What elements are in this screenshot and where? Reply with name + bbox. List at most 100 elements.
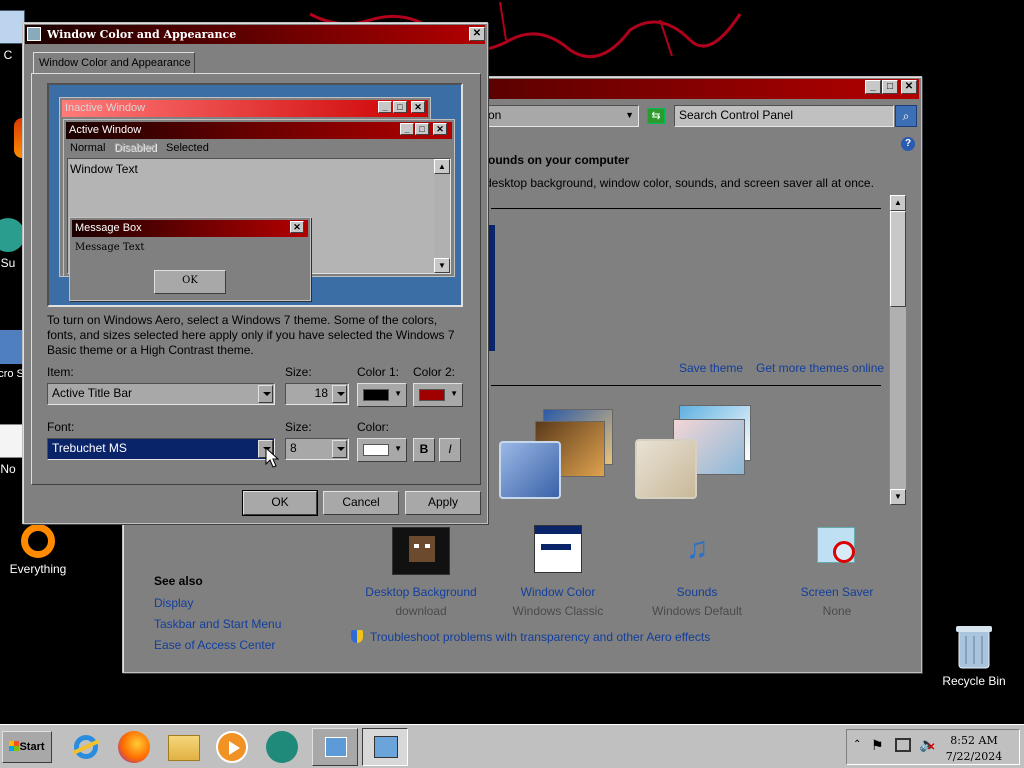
ease-of-access-link[interactable]: Ease of Access Center bbox=[154, 638, 275, 652]
menu-selected: Selected bbox=[166, 142, 209, 154]
font-select[interactable]: Trebuchet MS bbox=[47, 438, 275, 460]
theme-thumbnail-windows7[interactable] bbox=[499, 409, 619, 499]
item-select[interactable]: Active Title Bar bbox=[47, 383, 275, 405]
color2-picker[interactable]: ▼ bbox=[413, 383, 463, 407]
message-box-preview: Message Box ✕ Message Text OK bbox=[69, 217, 311, 301]
ie-icon[interactable] bbox=[70, 731, 102, 763]
search-icon[interactable]: ⌕ bbox=[895, 105, 917, 127]
music-notes-icon: ♫ bbox=[685, 532, 709, 565]
troubleshoot-link[interactable]: Troubleshoot problems with transparency … bbox=[370, 630, 710, 644]
item-size-input[interactable]: 18 bbox=[285, 383, 349, 405]
message-box-close-icon: ✕ bbox=[290, 221, 304, 233]
page-heading: ounds on your computer bbox=[488, 153, 630, 167]
chat-app-icon[interactable] bbox=[266, 731, 298, 763]
screen-saver-link[interactable]: Screen Saver bbox=[777, 585, 897, 599]
search-input[interactable]: Search Control Panel bbox=[674, 105, 894, 127]
chevron-down-icon[interactable]: ▼ bbox=[625, 106, 634, 124]
dialog-close-button[interactable]: ✕ bbox=[469, 27, 485, 41]
close-button[interactable]: ✕ bbox=[901, 80, 917, 94]
font-size-label: Size: bbox=[285, 420, 312, 434]
get-more-themes-link[interactable]: Get more themes online bbox=[756, 361, 884, 375]
inactive-minimize-icon: _ bbox=[378, 101, 392, 113]
active-maximize-icon: □ bbox=[415, 123, 429, 135]
taskbar: Start ⌃ ⚑ 🔈 ✕ 8:52 AM 7/22/2024 bbox=[0, 724, 1024, 768]
taskbar-start-menu-link[interactable]: Taskbar and Start Menu bbox=[154, 617, 281, 631]
active-titlebar: Active Window bbox=[66, 122, 452, 139]
color1-picker[interactable]: ▼ bbox=[357, 383, 407, 407]
show-hidden-icons[interactable]: ⌃ bbox=[853, 739, 861, 750]
address-bar[interactable]: on ▼ bbox=[483, 105, 639, 127]
apply-button[interactable]: Apply bbox=[405, 491, 481, 515]
window-color-item[interactable]: Window Color Windows Classic bbox=[498, 525, 618, 618]
bold-button[interactable]: B bbox=[413, 438, 435, 462]
window-color-link[interactable]: Window Color bbox=[498, 585, 618, 599]
preview-scrollbar: ▲ ▼ bbox=[434, 159, 450, 273]
file-explorer-icon[interactable] bbox=[168, 735, 200, 761]
tab-window-color[interactable]: Window Color and Appearance bbox=[33, 52, 195, 74]
desktop-background-item[interactable]: Desktop Background download bbox=[361, 527, 481, 618]
recycle-bin-icon[interactable]: Recycle Bin bbox=[936, 624, 1012, 688]
clock-time: 8:52 AM bbox=[950, 734, 998, 747]
color2-label: Color 2: bbox=[413, 365, 456, 379]
scroll-down-button[interactable]: ▼ bbox=[890, 489, 906, 505]
save-theme-link[interactable]: Save theme bbox=[679, 361, 743, 375]
active-minimize-icon: _ bbox=[400, 123, 414, 135]
media-player-icon[interactable] bbox=[216, 731, 248, 763]
scroll-up-button[interactable]: ▲ bbox=[890, 195, 906, 211]
ok-button[interactable]: OK bbox=[242, 490, 318, 516]
screen-saver-item[interactable]: Screen Saver None bbox=[777, 525, 897, 618]
sounds-item[interactable]: ♫ Sounds Windows Default bbox=[637, 525, 757, 618]
item-size-label: Size: bbox=[285, 365, 312, 379]
desktop-background-link[interactable]: Desktop Background bbox=[361, 585, 481, 599]
dialog-titlebar: Window Color and Appearance bbox=[25, 25, 485, 44]
font-size-dropdown-icon[interactable] bbox=[332, 440, 347, 458]
refresh-icon[interactable]: ⇆ bbox=[647, 108, 665, 124]
preview-pane[interactable]: Inactive Window _ □ ✕ Active Window _ □ … bbox=[47, 83, 463, 307]
network-icon[interactable] bbox=[895, 738, 911, 752]
everything-icon[interactable]: Everything bbox=[0, 524, 76, 576]
italic-button[interactable]: I bbox=[439, 438, 461, 462]
page-subheading: desktop background, window color, sounds… bbox=[485, 176, 874, 190]
chevron-down-icon: ▼ bbox=[394, 444, 402, 453]
theme-list[interactable]: Save theme Get more themes online bbox=[485, 195, 885, 505]
window-color-dialog: Window Color and Appearance ✕ Window Col… bbox=[22, 22, 488, 524]
minimize-button[interactable]: _ bbox=[865, 80, 881, 94]
divider bbox=[491, 208, 881, 209]
clock[interactable]: 8:52 AM 7/22/2024 bbox=[943, 734, 1005, 763]
maximize-button[interactable]: □ bbox=[882, 80, 898, 94]
theme-thumbnail-characters[interactable] bbox=[635, 405, 755, 499]
trash-icon bbox=[956, 626, 992, 669]
scroll-thumb[interactable] bbox=[890, 211, 906, 307]
dialog-title: Window Color and Appearance bbox=[47, 28, 237, 41]
no-screen-saver-icon bbox=[815, 525, 859, 571]
divider bbox=[491, 385, 881, 386]
color2-swatch bbox=[419, 389, 445, 401]
cancel-button[interactable]: Cancel bbox=[323, 491, 399, 515]
help-icon[interactable]: ? bbox=[901, 137, 915, 151]
firefox-icon[interactable] bbox=[118, 731, 150, 763]
start-button[interactable]: Start bbox=[2, 731, 52, 763]
menu-normal: Normal bbox=[70, 142, 106, 154]
display-link[interactable]: Display bbox=[154, 596, 193, 610]
item-label: Item: bbox=[47, 365, 74, 379]
volume-mute-x: ✕ bbox=[927, 742, 936, 753]
item-dropdown-icon[interactable] bbox=[258, 385, 273, 403]
item-size-dropdown-icon[interactable] bbox=[332, 385, 347, 403]
mouse-cursor-icon bbox=[265, 447, 279, 468]
font-size-input[interactable]: 8 bbox=[285, 438, 349, 460]
control-panel-task[interactable] bbox=[312, 728, 358, 766]
desktop-background-value: download bbox=[395, 604, 447, 618]
desktop-background-icon bbox=[392, 527, 450, 575]
window-color-task[interactable] bbox=[362, 728, 408, 766]
inactive-maximize-icon: □ bbox=[393, 101, 407, 113]
sounds-link[interactable]: Sounds bbox=[637, 585, 757, 599]
action-center-flag-icon[interactable]: ⚑ bbox=[871, 737, 884, 754]
window-color-value: Windows Classic bbox=[512, 604, 604, 618]
info-text: To turn on Windows Aero, select a Window… bbox=[47, 313, 455, 357]
font-color-picker[interactable]: ▼ bbox=[357, 438, 407, 462]
shield-icon bbox=[351, 630, 363, 643]
font-color-swatch bbox=[363, 444, 389, 456]
theme-list-scrollbar[interactable]: ▲ ▼ bbox=[889, 195, 906, 505]
color1-label: Color 1: bbox=[357, 365, 400, 379]
window-color-task-icon bbox=[374, 736, 398, 758]
